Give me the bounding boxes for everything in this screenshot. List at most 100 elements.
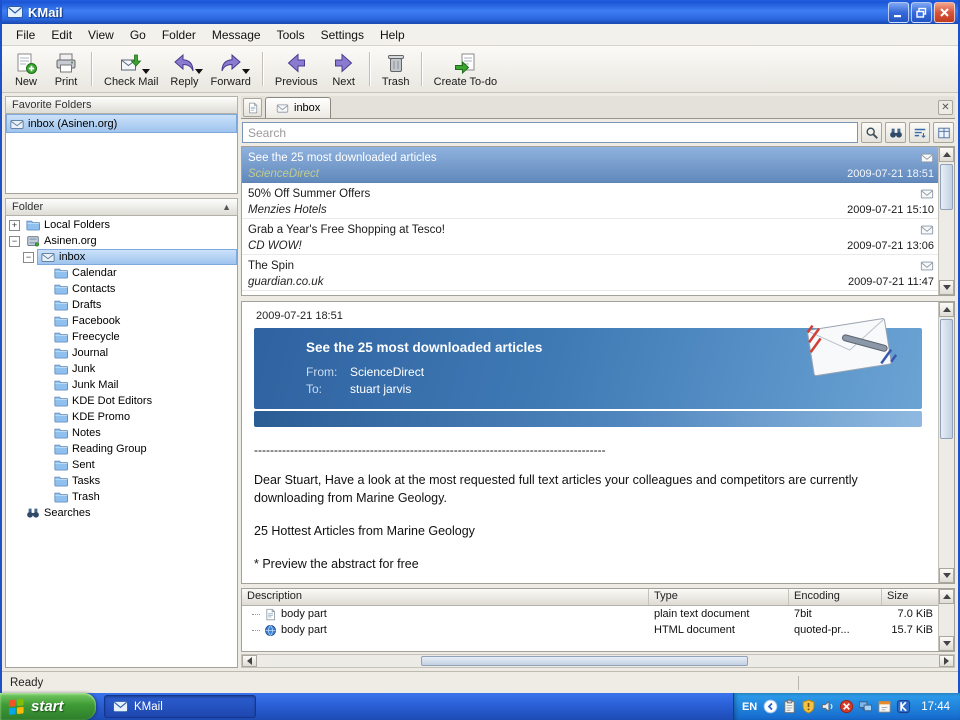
view-button[interactable]	[933, 122, 954, 143]
reply-button[interactable]: Reply	[164, 48, 204, 90]
menu-item-help[interactable]: Help	[372, 26, 413, 44]
print-button[interactable]: Print	[46, 48, 86, 90]
folder-item-notes[interactable]: Notes	[6, 425, 237, 441]
folder-item-journal[interactable]: Journal	[6, 345, 237, 361]
menu-item-folder[interactable]: Folder	[154, 26, 204, 44]
collapse-icon[interactable]: −	[9, 236, 20, 247]
message-row[interactable]: See the 25 most downloaded articlesScien…	[242, 147, 938, 183]
kde-system-icon[interactable]	[896, 699, 911, 714]
folder-item-tasks[interactable]: Tasks	[6, 473, 237, 489]
new-button[interactable]: New	[6, 48, 46, 90]
clock[interactable]: 17:44	[921, 701, 950, 713]
collapse-arrow-icon[interactable]: ▲	[222, 202, 231, 212]
folder-item-facebook[interactable]: Facebook	[6, 313, 237, 329]
titlebar[interactable]: KMail	[2, 0, 958, 24]
column-header-size[interactable]: Size	[882, 589, 938, 605]
message-row[interactable]: Grab a Year's Free Shopping at Tesco!CD …	[242, 219, 938, 255]
attachment-row[interactable]: body partplain text document7bit7.0 KiB	[242, 606, 938, 622]
organizer-icon[interactable]	[877, 699, 892, 714]
new-tab-button[interactable]	[243, 98, 262, 117]
sort-button[interactable]	[909, 122, 930, 143]
check-mail-button[interactable]: Check Mail	[98, 48, 164, 90]
folder-item-junk[interactable]: Junk	[6, 361, 237, 377]
folder-item-junk-mail[interactable]: Junk Mail	[6, 377, 237, 393]
folder-item-sent[interactable]: Sent	[6, 457, 237, 473]
scroll-left-button[interactable]	[242, 655, 257, 667]
folder-item-trash[interactable]: Trash	[6, 489, 237, 505]
menu-item-edit[interactable]: Edit	[43, 26, 80, 44]
message-list-scrollbar[interactable]	[938, 147, 954, 295]
folder-item-local-folders[interactable]: +Local Folders	[6, 217, 237, 233]
search-input[interactable]	[242, 122, 858, 143]
language-indicator[interactable]: EN	[742, 701, 757, 713]
attachment-scrollbar[interactable]	[938, 589, 954, 651]
scroll-down-button[interactable]	[939, 280, 954, 295]
message-row[interactable]: 50% Off Summer OffersMenzies Hotels2009-…	[242, 183, 938, 219]
scroll-down-button[interactable]	[939, 636, 954, 651]
update-shield-icon[interactable]	[801, 699, 816, 714]
tab-inbox[interactable]: inbox	[265, 97, 331, 118]
column-header-encoding[interactable]: Encoding	[789, 589, 882, 605]
horizontal-scrollbar[interactable]	[241, 654, 955, 668]
column-header-description[interactable]: Description	[242, 589, 649, 605]
folder-header[interactable]: Folder ▲	[5, 198, 238, 216]
menu-item-file[interactable]: File	[8, 26, 43, 44]
scroll-down-button[interactable]	[939, 568, 954, 583]
folder-item-kde-dot-editors[interactable]: KDE Dot Editors	[6, 393, 237, 409]
folder-item-contacts[interactable]: Contacts	[6, 281, 237, 297]
forward-button[interactable]: Forward	[205, 48, 257, 90]
message-row[interactable]: The Spinguardian.co.uk2009-07-21 11:47	[242, 255, 938, 291]
folder-item-kde-promo[interactable]: KDE Promo	[6, 409, 237, 425]
scroll-up-button[interactable]	[939, 302, 954, 317]
trash-button[interactable]: Trash	[376, 48, 416, 90]
folder-item-calendar[interactable]: Calendar	[6, 265, 237, 281]
scroll-thumb[interactable]	[940, 319, 953, 439]
scroll-up-button[interactable]	[939, 589, 954, 604]
folder-item-asinen-org[interactable]: −Asinen.org	[6, 233, 237, 249]
folder-item-searches[interactable]: Searches	[6, 505, 237, 521]
preview-scrollbar[interactable]	[938, 302, 954, 583]
collapse-icon[interactable]: −	[23, 252, 34, 263]
folder-item-drafts[interactable]: Drafts	[6, 297, 237, 313]
scroll-thumb[interactable]	[421, 656, 748, 666]
security-alert-icon[interactable]	[839, 699, 854, 714]
attachment-header-row: DescriptionTypeEncodingSize	[242, 589, 938, 606]
klipper-icon[interactable]	[782, 699, 797, 714]
close-tab-button[interactable]: ✕	[938, 100, 953, 115]
scroll-track[interactable]	[939, 604, 954, 636]
taskbar-task-kmail[interactable]: KMail	[104, 695, 256, 718]
scroll-track[interactable]	[939, 317, 954, 568]
favorite-folder-inbox-asinen-org[interactable]: inbox (Asinen.org)	[6, 114, 237, 133]
folder-item-inbox[interactable]: −inbox	[6, 249, 237, 265]
volume-icon[interactable]	[820, 699, 835, 714]
folder-label: Drafts	[72, 299, 101, 311]
menu-item-tools[interactable]: Tools	[269, 26, 313, 44]
scroll-right-button[interactable]	[939, 655, 954, 667]
magnifier-button[interactable]	[861, 122, 882, 143]
create-to-do-button[interactable]: Create To-do	[428, 48, 503, 90]
menu-item-view[interactable]: View	[80, 26, 122, 44]
folder-item-reading-group[interactable]: Reading Group	[6, 441, 237, 457]
menu-item-go[interactable]: Go	[122, 26, 154, 44]
hide-icons-chevron[interactable]	[763, 699, 778, 714]
start-button[interactable]: start	[0, 693, 96, 720]
previous-button[interactable]: Previous	[269, 48, 324, 90]
scroll-track[interactable]	[257, 655, 939, 667]
close-button[interactable]	[934, 2, 955, 23]
network-monitor-icon[interactable]	[858, 699, 873, 714]
next-button[interactable]: Next	[324, 48, 364, 90]
scroll-up-button[interactable]	[939, 147, 954, 162]
email-content: 2009-07-21 18:51 See the 25 most downloa…	[242, 302, 938, 583]
scroll-thumb[interactable]	[940, 164, 953, 210]
restore-button[interactable]	[911, 2, 932, 23]
minimize-button[interactable]	[888, 2, 909, 23]
folder-item-freecycle[interactable]: Freecycle	[6, 329, 237, 345]
message-subject-line: 50% Off Summer Offers	[248, 185, 934, 202]
binoculars-button[interactable]	[885, 122, 906, 143]
column-header-type[interactable]: Type	[649, 589, 789, 605]
menu-item-message[interactable]: Message	[204, 26, 269, 44]
expand-icon[interactable]: +	[9, 220, 20, 231]
scroll-track[interactable]	[939, 162, 954, 280]
menu-item-settings[interactable]: Settings	[313, 26, 372, 44]
attachment-row[interactable]: body partHTML documentquoted-pr...15.7 K…	[242, 622, 938, 638]
